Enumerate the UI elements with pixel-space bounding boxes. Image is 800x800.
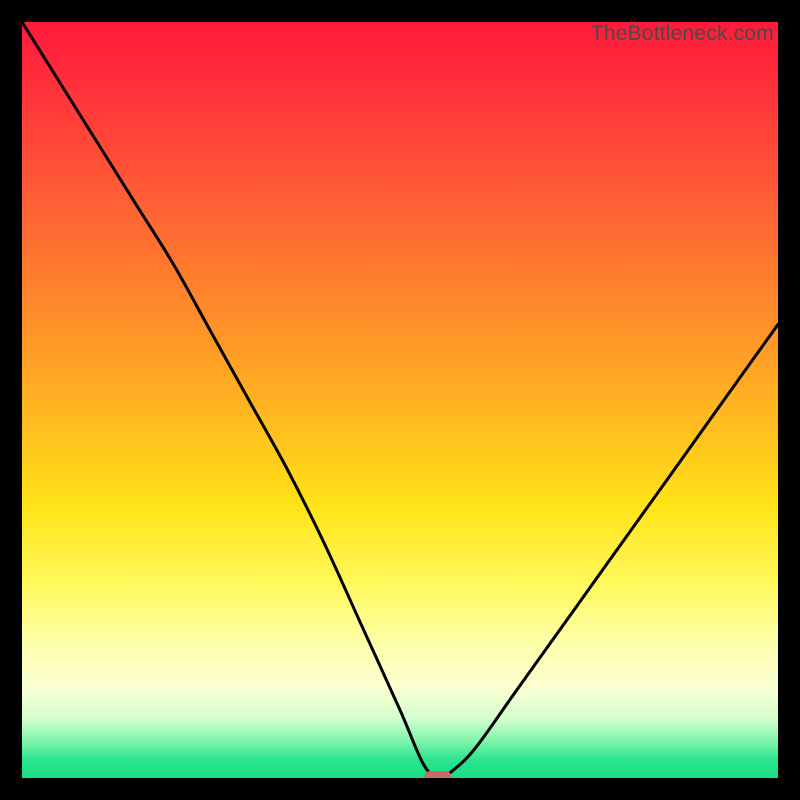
plot-area: TheBottleneck.com bbox=[22, 22, 778, 778]
chart-container: TheBottleneck.com bbox=[0, 0, 800, 800]
minimum-marker bbox=[425, 771, 452, 778]
bottleneck-curve-svg bbox=[22, 22, 778, 778]
bottleneck-curve bbox=[22, 22, 778, 778]
